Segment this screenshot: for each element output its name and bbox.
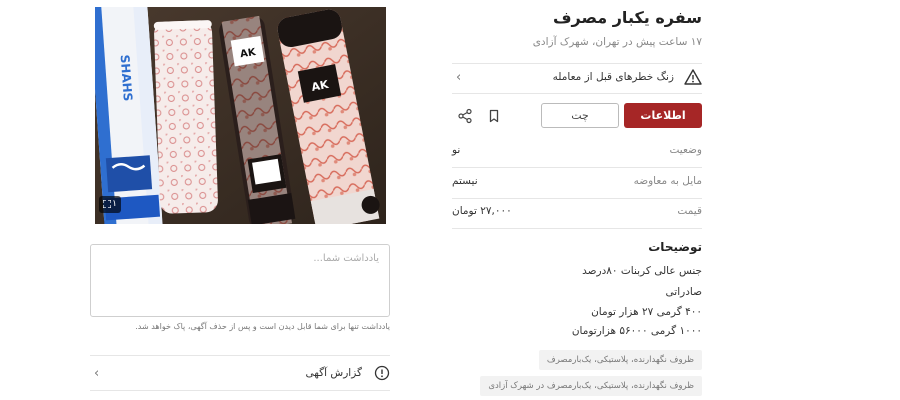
listing-photo[interactable]: SHAHS AK AK	[95, 7, 386, 224]
category-tag[interactable]: ظروف نگهدارنده، پلاستیکی، یک‌بارمصرف	[538, 350, 702, 370]
listing-title: سفره یکبار مصرف	[552, 8, 702, 27]
fullscreen-icon	[103, 200, 111, 208]
share-icon[interactable]	[457, 108, 473, 124]
report-listing-label: گزارش آگهی	[305, 367, 362, 379]
detail-row-condition: وضعیت نو	[452, 138, 702, 166]
info-circle-icon	[374, 365, 390, 381]
listing-subtitle: ۱۷ ساعت پیش در تهران، شهرک آزادی	[532, 36, 702, 48]
note-hint: یادداشت تنها برای شما قابل دیدن است و پس…	[135, 322, 390, 331]
description-line: جنس عالی کربنات ۸۰درصد	[582, 265, 702, 277]
contact-info-button[interactable]: اطلاعات تماس	[624, 103, 702, 147]
chevron-left-icon: ‹	[456, 70, 462, 85]
detail-row-exchange: مایل به معاوضه نیستم	[452, 169, 702, 197]
detail-key: مایل به معاوضه	[633, 175, 702, 187]
category-tag[interactable]: ظروف نگهدارنده، پلاستیکی، یک‌بارمصرف در …	[480, 376, 702, 396]
warning-triangle-icon	[684, 69, 702, 85]
divider	[452, 167, 702, 168]
report-listing-row[interactable]: ‹ گزارش آگهی	[90, 356, 390, 390]
divider	[452, 93, 702, 94]
photo-counter-button[interactable]: ۱	[99, 196, 121, 213]
chat-button[interactable]: چت	[541, 103, 619, 128]
description-line: ۴۰۰ گرمی ۲۷ هزار تومان	[591, 306, 702, 318]
description-line: ۱۰۰۰ گرمی ۵۶۰۰۰ هزارتومان	[571, 325, 702, 337]
note-textarea[interactable]: یادداشت شما...	[90, 244, 390, 317]
detail-value: نیستم	[452, 175, 478, 187]
chevron-left-icon: ‹	[94, 366, 100, 381]
detail-value: نو	[452, 144, 461, 156]
description-title: توضیحات	[648, 240, 702, 254]
product-image: SHAHS AK AK	[95, 7, 386, 224]
detail-key: قیمت	[677, 205, 702, 217]
safety-warning-label: زنگ خطرهای قبل از معامله	[552, 71, 674, 83]
divider	[90, 390, 390, 391]
safety-warning-row[interactable]: ‹ زنگ خطرهای قبل از معامله	[452, 64, 702, 92]
description-line: صادراتی	[665, 286, 702, 298]
detail-value: ۲۷,۰۰۰ تومان	[452, 205, 512, 217]
detail-key: وضعیت	[669, 144, 702, 156]
photo-count: ۱	[112, 199, 117, 209]
note-placeholder: یادداشت شما...	[313, 253, 379, 264]
divider	[452, 228, 702, 229]
bookmark-icon[interactable]	[486, 108, 502, 124]
detail-row-price: قیمت ۲۷,۰۰۰ تومان	[452, 199, 702, 227]
